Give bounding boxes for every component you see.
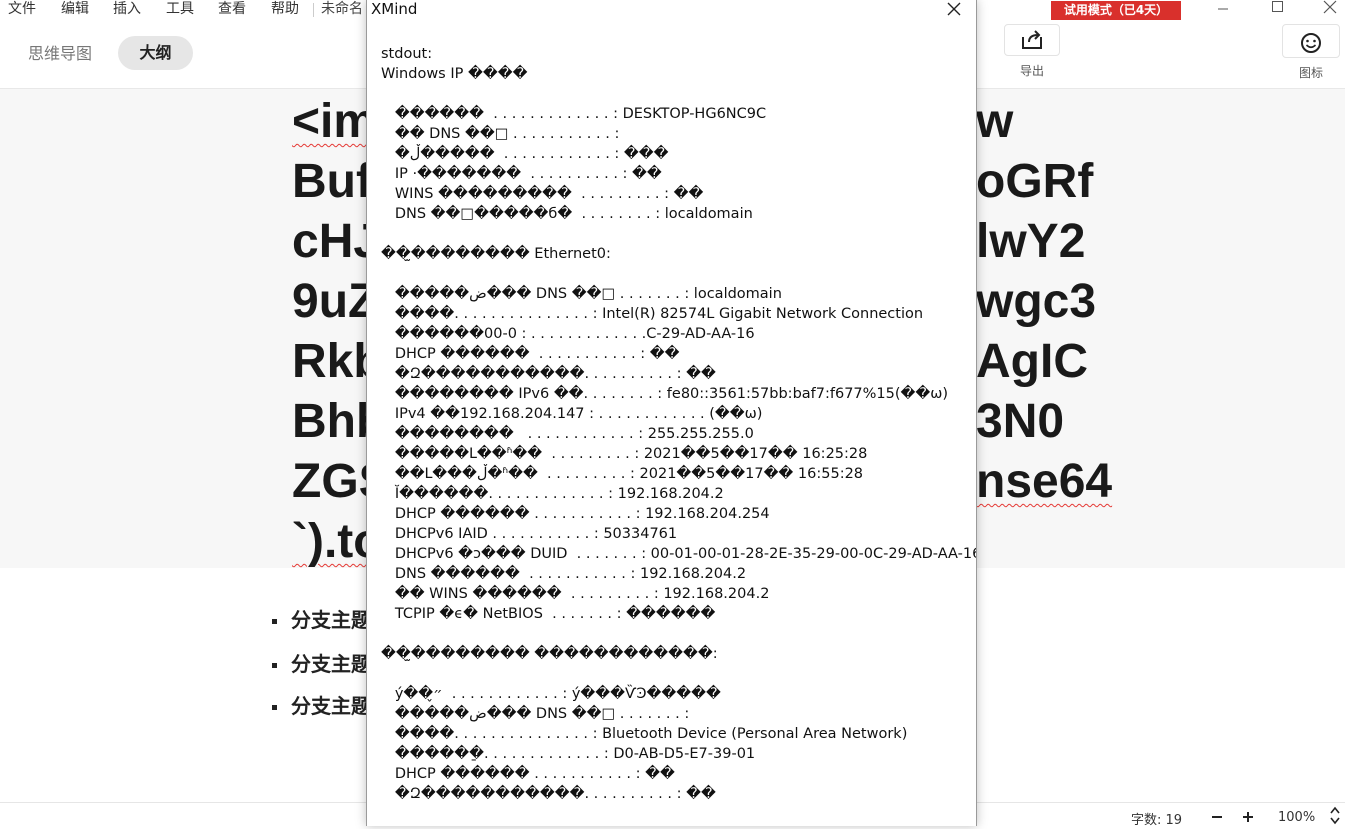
- menu-tools[interactable]: 工具: [166, 0, 194, 18]
- minimize-button[interactable]: [1209, 0, 1239, 20]
- topic-line-tail[interactable]: lwY2: [976, 212, 1085, 272]
- topic-line-tail[interactable]: AgIC: [976, 332, 1088, 392]
- zoom-out-button[interactable]: [1207, 806, 1227, 824]
- icons-button[interactable]: 图标: [1282, 24, 1340, 81]
- output-line: ý��״̬ . . . . . . . . . . . . : ý���ѶϿ��…: [381, 686, 721, 702]
- output-line: DHCPv6 IAID . . . . . . . . . . . : 5033…: [381, 526, 678, 542]
- bullet: [272, 663, 277, 669]
- dialog-close-button[interactable]: [941, 0, 967, 20]
- output-line: ����. . . . . . . . . . . . . . . : Blue…: [381, 726, 908, 742]
- output-line: �������� . . . . . . . . . . . . : 255.2…: [381, 426, 754, 442]
- topic-line-tail[interactable]: w: [976, 92, 1013, 152]
- topic-line-tail[interactable]: nse64: [976, 452, 1112, 512]
- output-line: IPv4 ��192.168.204.147 : . . . . . . . .…: [381, 406, 763, 422]
- topic-line-tail[interactable]: oGRf: [976, 152, 1093, 212]
- output-line: �Զ�����������. . . . . . . . . . : ��: [381, 786, 716, 802]
- maximize-button[interactable]: [1263, 0, 1293, 20]
- zoom-stepper[interactable]: [1328, 805, 1342, 825]
- output-line: DNS ��□�����б� . . . . . . . . : localdo…: [381, 206, 753, 222]
- minimize-icon: [1218, 8, 1228, 10]
- topic-line[interactable]: <im: [292, 92, 376, 152]
- branch-topic[interactable]: 分支主题: [272, 690, 371, 719]
- topic-line[interactable]: 9uZ: [292, 272, 377, 332]
- menu-help[interactable]: 帮助: [271, 0, 299, 18]
- output-line: stdout:: [381, 46, 433, 62]
- output-line: DHCP ������ . . . . . . . . . . . : ��: [381, 766, 675, 782]
- output-line: �� WINS ������ . . . . . . . . . : 192.1…: [381, 586, 770, 602]
- topic-line-tail[interactable]: 3N0: [976, 392, 1064, 452]
- menu-file[interactable]: 文件: [8, 0, 36, 18]
- output-line: DHCP ������ . . . . . . . . . . . : ��: [381, 346, 680, 362]
- export-button[interactable]: 导出: [1004, 24, 1060, 79]
- topic-line[interactable]: Buf: [292, 152, 372, 212]
- output-line: TCPIP �ϵ� NetBIOS . . . . . . . : ������: [381, 606, 716, 622]
- output-line: ��Լ���ڵ�ʱ�� . . . . . . . . . : 2021��5�…: [381, 466, 864, 482]
- menu-insert[interactable]: 插入: [113, 0, 141, 18]
- output-line: ��̫�������� ������������:: [381, 646, 718, 662]
- output-line: ������ . . . . . . . . . . . . . : DESKT…: [381, 106, 767, 122]
- window-close-button[interactable]: [1315, 0, 1345, 20]
- bullet: [272, 619, 277, 625]
- plus-icon: [1243, 812, 1253, 822]
- xmind-output-dialog: XMind stdout: Windows IP ���� ������ . . …: [366, 0, 977, 826]
- output-line: ������00-0 : . . . . . . . . . . . . .C-…: [381, 326, 755, 342]
- icons-label: 图标: [1298, 66, 1323, 80]
- close-icon: [1323, 0, 1337, 14]
- word-count: 字数: 19: [1131, 813, 1183, 828]
- tab-outline[interactable]: 大纲: [118, 36, 193, 70]
- export-label: 导出: [1019, 64, 1044, 78]
- tab-mindmap[interactable]: 思维导图: [28, 44, 92, 64]
- topic-line-tail[interactable]: wgc3: [976, 272, 1096, 332]
- output-line: Windows IP ����: [381, 66, 528, 82]
- zoom-in-button[interactable]: [1238, 806, 1258, 824]
- menu-divider: [313, 3, 314, 17]
- output-line: ������ַ. . . . . . . . . . . . . : D0-AB…: [381, 746, 756, 762]
- updown-chevron-icon: [1330, 806, 1340, 825]
- menu-view[interactable]: 查看: [218, 0, 246, 18]
- output-line: DHCPv6 �ͻ��� DUID . . . . . . . : 00-01-…: [381, 546, 977, 562]
- branch-topic[interactable]: 分支主题: [272, 648, 371, 677]
- export-icon: [1022, 30, 1042, 49]
- dialog-title: XMind: [371, 0, 418, 18]
- output-line: �������� IPv6 ��. . . . . . . . : fe80::…: [381, 386, 949, 402]
- output-line: �Զ�����������. . . . . . . . . . : ��: [381, 366, 716, 382]
- maximize-icon: [1272, 1, 1283, 12]
- output-line: �����Լ��ʱ�� . . . . . . . . . : 2021��5�…: [381, 446, 868, 462]
- output-line: IP ·������� . . . . . . . . . . : ��: [381, 166, 662, 182]
- smiley-icon: [1301, 33, 1321, 53]
- output-line: �����ض��� DNS ��□ . . . . . . . :: [381, 706, 690, 722]
- menu-edit[interactable]: 编辑: [61, 0, 89, 18]
- bullet: [272, 705, 277, 711]
- output-line: �����ض��� DNS ��□ . . . . . . . : locald…: [381, 286, 782, 302]
- output-line: ����. . . . . . . . . . . . . . . : Inte…: [381, 306, 924, 322]
- trial-badge[interactable]: 试用模式（已4天）: [1051, 1, 1181, 20]
- output-line: Ĭ������. . . . . . . . . . . . . : 192.1…: [381, 486, 724, 502]
- minus-icon: [1212, 816, 1222, 818]
- branch-topic[interactable]: 分支主题: [272, 604, 371, 633]
- zoom-level: 100%: [1278, 810, 1316, 825]
- close-icon: [947, 2, 961, 16]
- output-line: �ڵ����� . . . . . . . . . . . . : ���: [381, 146, 669, 162]
- output-line: DHCP ������ . . . . . . . . . . . : 192.…: [381, 506, 770, 522]
- output-line: ��̫�������� Ethernet0:: [381, 246, 611, 262]
- output-line: WINS ��������� . . . . . . . . . : ��: [381, 186, 704, 202]
- document-title: 未命名: [321, 1, 363, 17]
- output-line: �� DNS ��□ . . . . . . . . . . . :: [381, 126, 620, 142]
- output-line: DNS ������ . . . . . . . . . . . : 192.1…: [381, 566, 747, 582]
